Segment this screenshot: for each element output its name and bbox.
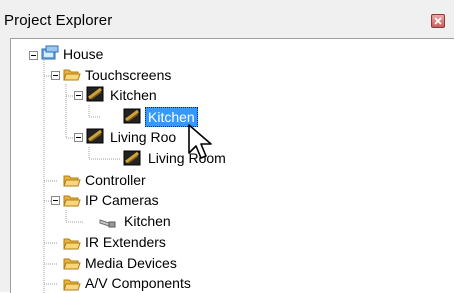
folder-icon [63,195,81,207]
tree-item-house[interactable]: House [63,45,103,63]
tree-item-media-devices[interactable]: Media Devices [85,254,177,272]
tree-item-living-device[interactable]: Living Roo [110,128,176,146]
expander-house[interactable] [29,51,38,60]
tree-item-av-components[interactable]: A/V Components [85,274,191,292]
folder-icon [63,258,81,270]
expander-living-device[interactable] [74,133,83,142]
tree-item-touchscreens[interactable]: Touchscreens [85,66,171,84]
touchscreen-device-icon [123,108,141,124]
folder-icon [63,238,81,250]
tree-item-kitchen-device[interactable]: Kitchen [110,86,157,104]
ip-camera-icon [99,219,116,228]
touchscreen-device-icon [86,128,104,144]
expander-ip-cameras[interactable] [51,196,60,205]
expander-touchscreens[interactable] [51,71,60,80]
panel-titlebar: Project Explorer [0,0,454,38]
touchscreen-device-icon [86,86,104,102]
close-button[interactable] [431,14,445,28]
mouse-cursor-icon [188,124,212,159]
folder-icon [63,175,81,187]
close-icon [434,17,442,25]
panel-title: Project Explorer [4,12,113,29]
house-icon [41,45,59,60]
tree-item-controller[interactable]: Controller [85,171,146,189]
project-tree: House Touchscreens Kitchen Kitchen Livin… [10,38,455,293]
folder-icon [63,279,81,291]
tree-item-camera-kitchen[interactable]: Kitchen [124,212,171,230]
tree-item-ip-cameras[interactable]: IP Cameras [85,191,159,209]
expander-kitchen-device[interactable] [74,91,83,100]
folder-icon [63,69,81,81]
tree-item-ir-extenders[interactable]: IR Extenders [85,233,166,251]
touchscreen-device-icon [123,150,141,166]
project-explorer-panel: Project Explorer House Touchscreens Kitc… [0,0,455,293]
